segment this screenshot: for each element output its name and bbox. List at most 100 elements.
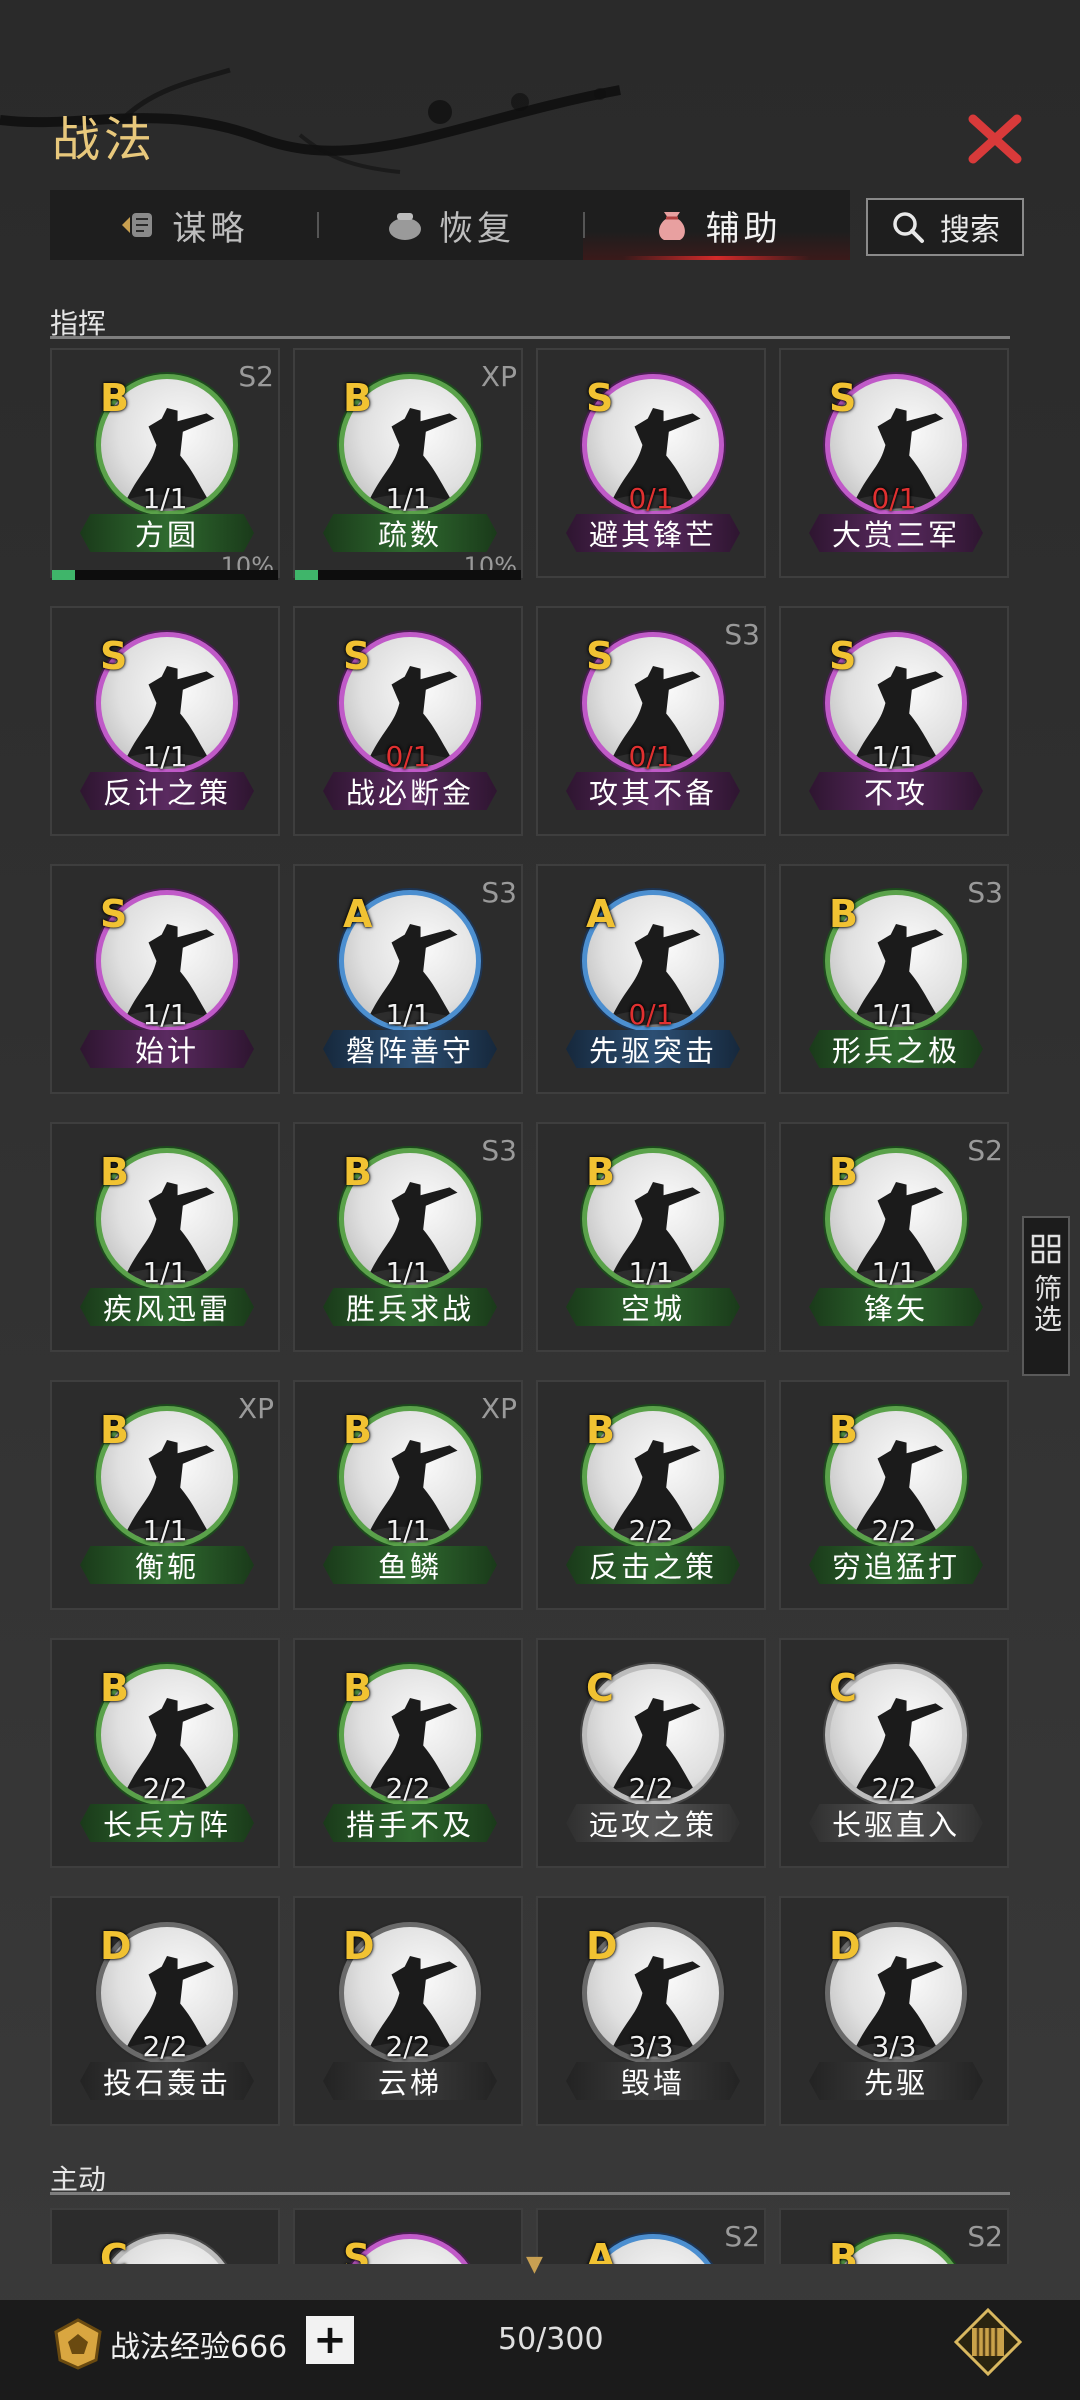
- tactic-card[interactable]: D 2/2 云梯: [293, 1896, 523, 2126]
- tactic-name: 先驱突击: [566, 1030, 740, 1068]
- tactic-card[interactable]: B S3 1/1 形兵之极: [779, 864, 1009, 1094]
- tactic-card[interactable]: B 1/1 疾风迅雷: [50, 1122, 280, 1352]
- tactic-card[interactable]: D 3/3 先驱: [779, 1896, 1009, 2126]
- tactic-grade: B: [343, 376, 372, 420]
- close-button[interactable]: [960, 104, 1030, 174]
- tactic-grade: B: [100, 1408, 129, 1452]
- tactic-name: 措手不及: [323, 1804, 497, 1842]
- tactic-card[interactable]: C 2/2 长驱直入: [779, 1638, 1009, 1868]
- tactic-name: 大赏三军: [809, 514, 983, 552]
- tactic-grade: S: [586, 634, 614, 678]
- tactic-card[interactable]: S 1/1 反计之策: [50, 606, 280, 836]
- tactic-name: 云梯: [323, 2062, 497, 2100]
- tactic-card-partial[interactable]: C: [50, 2208, 280, 2264]
- tactic-grade: D: [100, 1924, 132, 1968]
- tactic-grade: B: [343, 1408, 372, 1452]
- tactic-grade: S: [829, 634, 857, 678]
- tactic-grade: B: [100, 1666, 129, 1710]
- tactic-name: 胜兵求战: [323, 1288, 497, 1326]
- tactic-count: 0/1: [628, 998, 674, 1031]
- tactic-name: 磐阵善守: [323, 1030, 497, 1068]
- tactic-card[interactable]: B XP 1/1 鱼鳞: [293, 1380, 523, 1610]
- tactic-count: 1/1: [871, 740, 917, 773]
- tactic-card[interactable]: D 2/2 投石轰击: [50, 1896, 280, 2126]
- tactic-name: 避其锋芒: [566, 514, 740, 552]
- tactic-card[interactable]: B 1/1 空城: [536, 1122, 766, 1352]
- tactic-name: 形兵之极: [809, 1030, 983, 1068]
- tactic-season-badge: S3: [967, 876, 1003, 909]
- tactic-count: 1/1: [385, 1256, 431, 1289]
- tactic-count: 1/1: [385, 482, 431, 515]
- tactic-grade: D: [586, 1924, 618, 1968]
- tactic-progress-bar: [295, 570, 521, 580]
- tactic-grade: S: [343, 2236, 371, 2264]
- tactic-card[interactable]: S 0/1 大赏三军: [779, 348, 1009, 578]
- tactic-grade: B: [100, 376, 129, 420]
- tactic-name: 疏数: [323, 514, 497, 552]
- tactic-exp-icon: [54, 2318, 102, 2370]
- tactic-grade: A: [586, 892, 616, 936]
- tactic-card[interactable]: B S2 1/1 方圆 10%: [50, 348, 280, 580]
- tactic-grade: C: [586, 1666, 614, 1710]
- tactic-season-badge: S2: [967, 2220, 1003, 2253]
- tactic-card-partial[interactable]: B S2: [779, 2208, 1009, 2264]
- tactic-grade: A: [343, 892, 373, 936]
- pouch-icon: [658, 212, 685, 240]
- tactic-name: 空城: [566, 1288, 740, 1326]
- tactic-card[interactable]: B 2/2 穷追猛打: [779, 1380, 1009, 1610]
- tactic-name: 毁墙: [566, 2062, 740, 2100]
- tactic-card[interactable]: S S3 0/1 攻其不备: [536, 606, 766, 836]
- tactic-capacity: 50/300: [498, 2322, 604, 2357]
- tab-recovery[interactable]: 恢复: [316, 190, 584, 260]
- tactic-card[interactable]: A S3 1/1 磐阵善守: [293, 864, 523, 1094]
- tactic-card[interactable]: D 3/3 毁墙: [536, 1896, 766, 2126]
- search-icon: [893, 212, 924, 243]
- tab-support[interactable]: 辅助: [583, 190, 851, 260]
- tactic-count: 2/2: [628, 1514, 674, 1547]
- tactic-card[interactable]: B XP 1/1 疏数 10%: [293, 348, 523, 580]
- tactic-grade: B: [343, 1666, 372, 1710]
- close-icon: [968, 114, 1022, 164]
- tactic-name: 锋矢: [809, 1288, 983, 1326]
- tactic-grade: D: [829, 1924, 861, 1968]
- tactic-card[interactable]: B 2/2 长兵方阵: [50, 1638, 280, 1868]
- tactic-card[interactable]: S 0/1 战必断金: [293, 606, 523, 836]
- tactic-name: 长兵方阵: [80, 1804, 254, 1842]
- tactic-card[interactable]: B 2/2 反击之策: [536, 1380, 766, 1610]
- tactic-card[interactable]: S 1/1 不攻: [779, 606, 1009, 836]
- add-exp-button[interactable]: +: [306, 2316, 354, 2364]
- tactic-card-partial[interactable]: A S2: [536, 2208, 766, 2264]
- tactic-season-badge: S3: [724, 618, 760, 651]
- tactic-name: 衡轭: [80, 1546, 254, 1584]
- tactic-count: 2/2: [142, 2030, 188, 2063]
- tactic-card[interactable]: B XP 1/1 衡轭: [50, 1380, 280, 1610]
- tab-strategy[interactable]: 谋略: [50, 190, 317, 260]
- tactic-grade: S: [829, 376, 857, 420]
- tab-recovery-label: 恢复: [439, 208, 515, 249]
- tactic-card[interactable]: B S3 1/1 胜兵求战: [293, 1122, 523, 1352]
- tactic-name: 疾风迅雷: [80, 1288, 254, 1326]
- tactic-name: 先驱: [809, 2062, 983, 2100]
- tactic-name: 战必断金: [323, 772, 497, 810]
- tactic-count: 1/1: [385, 998, 431, 1031]
- tactic-count: 2/2: [871, 1772, 917, 1805]
- tactic-card[interactable]: S 0/1 避其锋芒: [536, 348, 766, 578]
- bamboo-book-icon[interactable]: [952, 2306, 1024, 2378]
- tactic-grade: B: [829, 1408, 858, 1452]
- search-button[interactable]: 搜索: [866, 198, 1024, 256]
- tactic-count: 1/1: [142, 998, 188, 1031]
- tactic-count: 1/1: [871, 998, 917, 1031]
- tactic-count: 2/2: [385, 1772, 431, 1805]
- tactic-name: 反击之策: [566, 1546, 740, 1584]
- tactic-card[interactable]: B S2 1/1 锋矢: [779, 1122, 1009, 1352]
- tactic-card-partial[interactable]: S: [293, 2208, 523, 2264]
- tactic-name: 攻其不备: [566, 772, 740, 810]
- tactic-card[interactable]: S 1/1 始计: [50, 864, 280, 1094]
- pot-icon: [389, 213, 421, 240]
- tactic-count: 1/1: [142, 482, 188, 515]
- filter-button[interactable]: 筛选: [1022, 1216, 1070, 1376]
- scroll-icon: [122, 213, 153, 237]
- tactic-card[interactable]: B 2/2 措手不及: [293, 1638, 523, 1868]
- tactic-card[interactable]: C 2/2 远攻之策: [536, 1638, 766, 1868]
- tactic-card[interactable]: A 0/1 先驱突击: [536, 864, 766, 1094]
